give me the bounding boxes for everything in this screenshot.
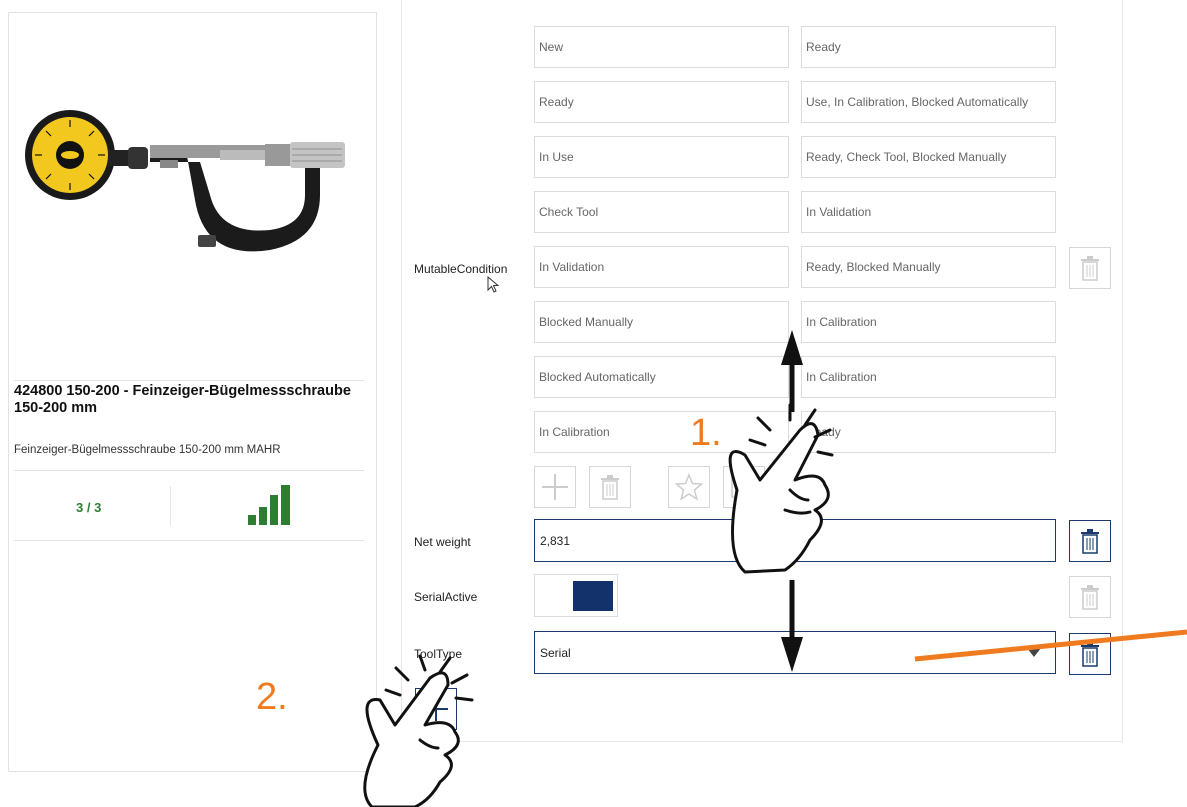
condition-to-field[interactable]: Ready xyxy=(801,411,1056,453)
serial-active-label: SerialActive xyxy=(414,590,478,604)
condition-from-field[interactable]: Blocked Manually xyxy=(534,301,789,343)
step-2-label: 2. xyxy=(256,676,288,718)
toggle-indicator xyxy=(573,581,613,611)
trash-icon xyxy=(1081,642,1099,667)
condition-to-field[interactable]: Ready, Blocked Manually xyxy=(801,246,1056,288)
plus-icon xyxy=(542,474,568,500)
card-divider xyxy=(14,380,364,381)
mutable-condition-label: MutableCondition xyxy=(414,262,508,276)
condition-from-field[interactable]: In Use xyxy=(534,136,789,178)
tool-type-select[interactable]: Serial xyxy=(534,631,1056,674)
note-icon xyxy=(731,476,757,498)
notes-button[interactable] xyxy=(723,466,765,508)
net-weight-label: Net weight xyxy=(414,535,471,549)
condition-to-field[interactable]: Use, In Calibration, Blocked Automatical… xyxy=(801,81,1056,123)
card-divider xyxy=(14,540,364,541)
tool-type-value: Serial xyxy=(540,645,571,660)
stat-divider xyxy=(170,486,171,526)
net-weight-input[interactable]: 2,831 xyxy=(534,519,1056,562)
trash-icon xyxy=(1081,529,1099,554)
add-property-button[interactable] xyxy=(415,688,457,730)
delete-serial-active-button[interactable] xyxy=(1069,576,1111,618)
product-subtitle: Feinzeiger-Bügelmessschraube 150-200 mm … xyxy=(14,444,281,456)
condition-to-field[interactable]: Ready, Check Tool, Blocked Manually xyxy=(801,136,1056,178)
add-row-button[interactable] xyxy=(534,466,576,508)
star-icon xyxy=(675,473,703,501)
delete-mutable-condition-button[interactable] xyxy=(1069,247,1111,289)
mouse-cursor-icon xyxy=(487,276,500,293)
delete-tool-type-button[interactable] xyxy=(1069,633,1111,675)
condition-from-field[interactable]: New xyxy=(534,26,789,68)
plus-icon xyxy=(424,697,448,721)
count-label: 3 / 3 xyxy=(76,500,102,515)
signal-bars-icon xyxy=(248,485,290,525)
condition-from-field[interactable]: Blocked Automatically xyxy=(534,356,789,398)
condition-to-field[interactable]: Ready xyxy=(801,26,1056,68)
condition-to-field[interactable]: In Calibration xyxy=(801,356,1056,398)
condition-to-field[interactable]: In Validation xyxy=(801,191,1056,233)
micrometer-image xyxy=(25,110,345,252)
trash-icon xyxy=(601,475,619,500)
favorite-button[interactable] xyxy=(668,466,710,508)
condition-from-field[interactable]: Check Tool xyxy=(534,191,789,233)
chevron-down-icon xyxy=(1027,648,1041,657)
condition-from-field[interactable]: Ready xyxy=(534,81,789,123)
condition-to-field[interactable]: In Calibration xyxy=(801,301,1056,343)
trash-icon xyxy=(1081,256,1099,281)
product-title[interactable]: 424800 150-200 - Feinzeiger-Bügelmesssch… xyxy=(14,383,354,417)
step-1-label: 1. xyxy=(690,412,722,454)
delete-row-button[interactable] xyxy=(589,466,631,508)
tool-type-label: ToolType xyxy=(414,647,463,661)
delete-net-weight-button[interactable] xyxy=(1069,520,1111,562)
card-divider xyxy=(14,470,364,471)
trash-icon xyxy=(1081,585,1099,610)
condition-from-field[interactable]: In Validation xyxy=(534,246,789,288)
serial-active-toggle[interactable] xyxy=(534,574,618,617)
condition-from-field[interactable]: In Calibration xyxy=(534,411,789,453)
